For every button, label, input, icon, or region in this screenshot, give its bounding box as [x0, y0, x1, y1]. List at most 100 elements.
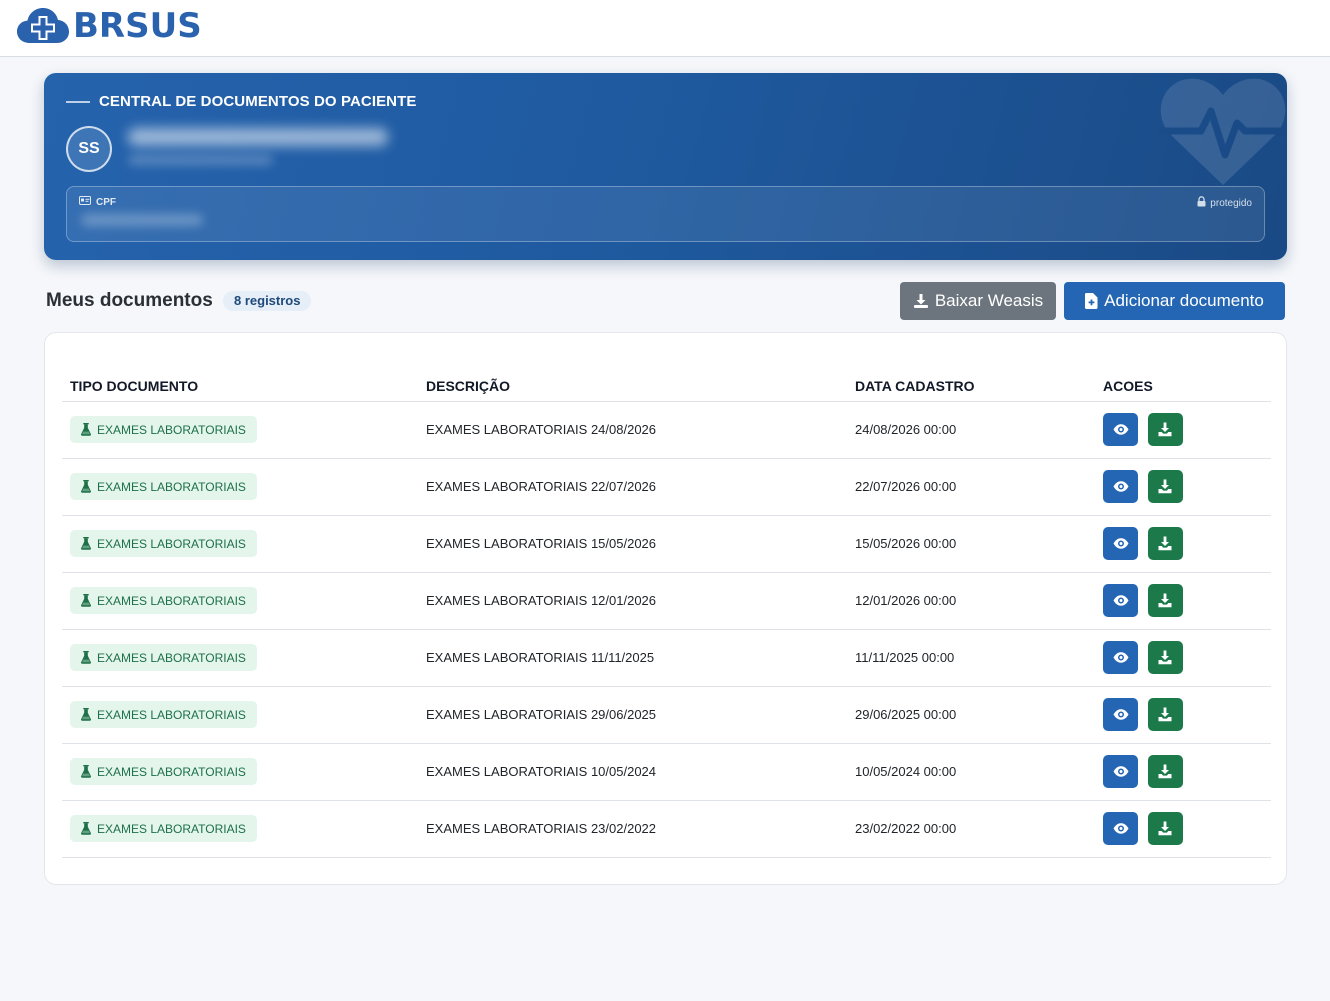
eye-icon	[1113, 652, 1128, 663]
flask-icon	[81, 708, 91, 721]
id-card-icon	[79, 196, 91, 208]
documents-toolbar: Meus documentos 8 registros Baixar Weasi…	[46, 282, 1285, 320]
download-icon	[1158, 821, 1172, 836]
flask-icon	[81, 594, 91, 607]
heart-pulse-icon	[1159, 78, 1287, 185]
cell-type: EXAMES LABORATORIAIS	[62, 458, 418, 516]
view-document-button[interactable]	[1103, 470, 1138, 503]
patient-header-card: CENTRAL DE DOCUMENTOS DO PACIENTE SS CPF…	[44, 73, 1287, 260]
document-type-label: EXAMES LABORATORIAIS	[97, 821, 246, 836]
add-document-button[interactable]: Adicionar documento	[1064, 282, 1285, 320]
document-type-label: EXAMES LABORATORIAIS	[97, 422, 246, 437]
documents-title: Meus documentos	[46, 290, 213, 311]
eye-icon	[1113, 424, 1128, 435]
flask-icon	[81, 423, 91, 436]
cell-date: 15/05/2026 00:00	[847, 515, 1095, 573]
cell-date: 12/01/2026 00:00	[847, 572, 1095, 630]
lock-icon	[1197, 196, 1206, 210]
cpf-label-text: CPF	[96, 196, 116, 208]
flask-icon	[81, 537, 91, 550]
download-document-button[interactable]	[1147, 527, 1183, 560]
cell-actions	[1095, 458, 1271, 516]
brand-name: BRSUS	[73, 6, 202, 46]
flask-icon	[81, 480, 91, 493]
page-title-text: CENTRAL DE DOCUMENTOS DO PACIENTE	[99, 93, 417, 110]
column-header-description: DESCRIÇÃO	[418, 361, 847, 402]
cell-description: EXAMES LABORATORIAIS 24/08/2026	[418, 401, 847, 459]
add-document-label: Adicionar documento	[1104, 291, 1264, 310]
document-type-label: EXAMES LABORATORIAIS	[97, 650, 246, 665]
download-icon	[1158, 650, 1172, 665]
table-row: EXAMES LABORATORIAIS EXAMES LABORATORIAI…	[62, 629, 1271, 687]
cell-actions	[1095, 743, 1271, 801]
eye-icon	[1113, 766, 1128, 777]
cell-description: EXAMES LABORATORIAIS 12/01/2026	[418, 572, 847, 630]
brand-logo[interactable]: BRSUS	[17, 6, 202, 46]
patient-subtitle-redacted	[128, 155, 273, 165]
download-document-button[interactable]	[1147, 812, 1183, 845]
column-header-date: DATA CADASTRO	[847, 361, 1095, 402]
patient-name-redacted	[128, 128, 388, 146]
eye-icon	[1113, 595, 1128, 606]
view-document-button[interactable]	[1103, 413, 1138, 446]
download-weasis-label: Baixar Weasis	[934, 291, 1044, 310]
table-row: EXAMES LABORATORIAIS EXAMES LABORATORIAI…	[62, 572, 1271, 630]
view-document-button[interactable]	[1103, 755, 1138, 788]
cell-actions	[1095, 629, 1271, 687]
avatar: SS	[66, 126, 112, 172]
cell-type: EXAMES LABORATORIAIS	[62, 401, 418, 459]
cpf-value-redacted	[81, 214, 203, 226]
download-icon	[913, 293, 929, 309]
view-document-button[interactable]	[1103, 698, 1138, 731]
top-navbar: BRSUS	[0, 0, 1330, 57]
cpf-field: CPF protegido	[66, 186, 1265, 242]
table-row: EXAMES LABORATORIAIS EXAMES LABORATORIAI…	[62, 686, 1271, 744]
document-type-label: EXAMES LABORATORIAIS	[97, 536, 246, 551]
document-type-badge: EXAMES LABORATORIAIS	[70, 473, 257, 500]
download-document-button[interactable]	[1147, 413, 1183, 446]
download-document-button[interactable]	[1147, 755, 1183, 788]
eye-icon	[1113, 481, 1128, 492]
page-title: CENTRAL DE DOCUMENTOS DO PACIENTE	[66, 93, 417, 110]
document-type-badge: EXAMES LABORATORIAIS	[70, 701, 257, 728]
table-row: EXAMES LABORATORIAIS EXAMES LABORATORIAI…	[62, 800, 1271, 858]
cell-actions	[1095, 401, 1271, 459]
table-row: EXAMES LABORATORIAIS EXAMES LABORATORIAI…	[62, 458, 1271, 516]
file-plus-icon	[1085, 293, 1098, 309]
document-type-label: EXAMES LABORATORIAIS	[97, 707, 246, 722]
cloud-plus-icon	[17, 8, 69, 43]
cell-date: 24/08/2026 00:00	[847, 401, 1095, 459]
download-document-button[interactable]	[1147, 698, 1183, 731]
document-type-label: EXAMES LABORATORIAIS	[97, 479, 246, 494]
eye-icon	[1113, 823, 1128, 834]
cell-actions	[1095, 800, 1271, 858]
cell-description: EXAMES LABORATORIAIS 22/07/2026	[418, 458, 847, 516]
view-document-button[interactable]	[1103, 812, 1138, 845]
cell-type: EXAMES LABORATORIAIS	[62, 743, 418, 801]
download-icon	[1158, 707, 1172, 722]
view-document-button[interactable]	[1103, 527, 1138, 560]
cell-date: 22/07/2026 00:00	[847, 458, 1095, 516]
flask-icon	[81, 765, 91, 778]
flask-icon	[81, 651, 91, 664]
download-weasis-button[interactable]: Baixar Weasis	[900, 282, 1056, 320]
cell-actions	[1095, 515, 1271, 573]
flask-icon	[81, 822, 91, 835]
download-document-button[interactable]	[1147, 641, 1183, 674]
document-type-badge: EXAMES LABORATORIAIS	[70, 644, 257, 671]
documents-table-card: TIPO DOCUMENTO DESCRIÇÃO DATA CADASTRO A…	[44, 332, 1287, 885]
cell-date: 10/05/2024 00:00	[847, 743, 1095, 801]
cell-type: EXAMES LABORATORIAIS	[62, 800, 418, 858]
document-type-label: EXAMES LABORATORIAIS	[97, 764, 246, 779]
download-document-button[interactable]	[1147, 470, 1183, 503]
view-document-button[interactable]	[1103, 584, 1138, 617]
download-icon	[1158, 536, 1172, 551]
column-header-type: TIPO DOCUMENTO	[62, 361, 418, 402]
download-icon	[1158, 764, 1172, 779]
download-document-button[interactable]	[1147, 584, 1183, 617]
view-document-button[interactable]	[1103, 641, 1138, 674]
download-icon	[1158, 479, 1172, 494]
records-count-badge: 8 registros	[223, 291, 312, 311]
cell-actions	[1095, 686, 1271, 744]
document-type-badge: EXAMES LABORATORIAIS	[70, 416, 257, 443]
